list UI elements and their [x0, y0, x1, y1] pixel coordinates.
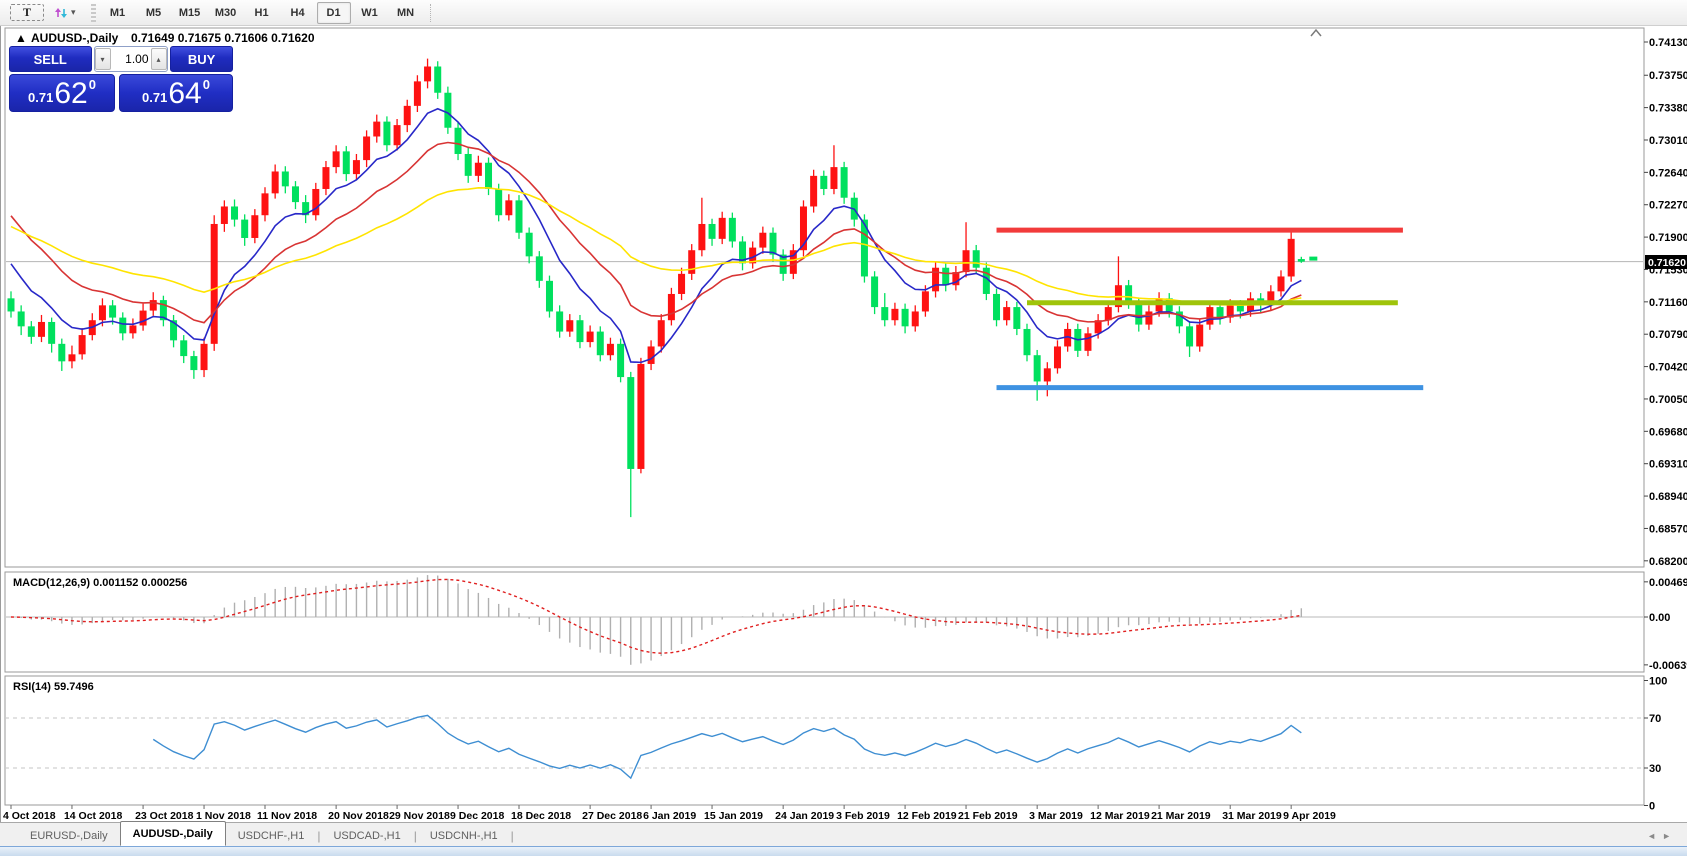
macd-panel[interactable]: [5, 572, 1644, 672]
chart-tab-usdcad-h1[interactable]: USDCAD-,H1: [321, 825, 412, 846]
trading-app-window: T ▾ M1M5M15M30H1H4D1W1MN 0.741300.737500…: [0, 0, 1687, 856]
chart-tab-eurusd-daily[interactable]: EURUSD-,Daily: [18, 825, 120, 846]
sort-arrows-icon: [52, 4, 69, 21]
date-tick-label: 24 Jan 2019: [775, 810, 834, 822]
timeframe-button-W1[interactable]: W1: [353, 2, 387, 24]
price-tick-label: 0.73380: [1649, 103, 1687, 115]
sell-price-box[interactable]: 0.71 62 0: [9, 74, 115, 112]
price-tick-label: 0.70050: [1649, 394, 1687, 406]
price-tick-label: 0.68200: [1649, 556, 1687, 568]
one-click-trade-panel: SELL ▾ ▴ BUY 0.71 62 0 0.71 64 0: [9, 46, 233, 112]
top-toolbar: T ▾ M1M5M15M30H1H4D1W1MN: [0, 0, 1687, 26]
toolbar-separator: [430, 4, 432, 22]
date-tick-label: 3 Feb 2019: [836, 810, 890, 822]
date-tick-label: 12 Feb 2019: [897, 810, 957, 822]
price-tick-label: 0.68940: [1649, 491, 1687, 503]
date-tick-label: 27 Dec 2018: [582, 810, 642, 822]
chart-tab-usdchf-h1[interactable]: USDCHF-,H1: [226, 825, 317, 846]
date-tick-label: 6 Jan 2019: [643, 810, 696, 822]
date-tick-label: 31 Mar 2019: [1222, 810, 1282, 822]
rsi-axis[interactable]: [1644, 676, 1687, 805]
timeframe-button-MN[interactable]: MN: [389, 2, 423, 24]
sell-price-prefix: 0.71: [28, 90, 53, 105]
tab-scroll-arrows[interactable]: ◄►: [1647, 831, 1677, 841]
volume-stepper: ▾ ▴: [94, 46, 169, 72]
volume-increase-button[interactable]: ▴: [151, 48, 167, 70]
price-tick-label: 0.72270: [1649, 200, 1687, 212]
buy-price-prefix: 0.71: [142, 90, 167, 105]
tab-separator: |: [511, 829, 514, 843]
chart-tab-audusd-daily[interactable]: AUDUSD-,Daily: [120, 821, 226, 846]
sell-price-point: 0: [89, 77, 96, 92]
timeframe-button-group: M1M5M15M30H1H4D1W1MN: [100, 2, 424, 24]
rsi-tick-label: 0: [1649, 801, 1655, 813]
date-tick-label: 18 Dec 2018: [511, 810, 571, 822]
timeframe-button-M30[interactable]: M30: [209, 2, 243, 24]
price-tick-label: 0.72640: [1649, 167, 1687, 179]
price-tick-label: 0.73750: [1649, 70, 1687, 82]
date-tick-label: 4 Oct 2018: [3, 810, 56, 822]
chart-window: 0.74130 0.73750 0.73380 0.73010 0.72640 0.722…: [0, 26, 1687, 822]
price-tick-label: 0.69310: [1649, 459, 1687, 471]
sort-arrows-dropdown-button[interactable]: ▾: [46, 2, 82, 24]
status-strip: [0, 846, 1687, 856]
chart-ohlc-values: 0.71649 0.71675 0.71606 0.71620: [131, 31, 315, 45]
current-price-tag: 0.71620: [1645, 255, 1687, 269]
date-tick-label: 12 Mar 2019: [1090, 810, 1150, 822]
buy-price-point: 0: [203, 77, 210, 92]
chart-tab-usdcnh-h1[interactable]: USDCNH-,H1: [418, 825, 510, 846]
chevron-down-icon: ▾: [71, 7, 76, 18]
macd-tick-label: 0.00: [1649, 612, 1670, 624]
chart-tab-bar: EURUSD-,DailyAUDUSD-,DailyUSDCHF-,H1|USD…: [0, 822, 1687, 846]
date-tick-label: 15 Jan 2019: [704, 810, 763, 822]
buy-price-pips: 64: [168, 80, 201, 108]
macd-indicator-label: MACD(12,26,9) 0.001152 0.000256: [13, 577, 187, 589]
macd-tick-label: -0.00639: [1649, 660, 1687, 672]
text-tool-icon[interactable]: T: [10, 4, 44, 21]
rsi-tick-label: 70: [1649, 713, 1661, 725]
price-tick-label: 0.71900: [1649, 232, 1687, 244]
date-tick-label: 21 Feb 2019: [958, 810, 1018, 822]
price-tick-label: 0.69680: [1649, 426, 1687, 438]
sell-button[interactable]: SELL: [9, 46, 92, 72]
svg-text:0.71620: 0.71620: [1648, 257, 1686, 269]
timeframe-button-M15[interactable]: M15: [173, 2, 207, 24]
main-price-panel[interactable]: [5, 28, 1644, 567]
timeframe-button-H4[interactable]: H4: [281, 2, 315, 24]
buy-button[interactable]: BUY: [170, 46, 233, 72]
timeframe-button-M1[interactable]: M1: [101, 2, 135, 24]
rsi-indicator-label: RSI(14) 59.7496: [13, 681, 94, 693]
rsi-tick-label: 30: [1649, 763, 1661, 775]
timeframe-button-M5[interactable]: M5: [137, 2, 171, 24]
price-tick-label: 0.70790: [1649, 329, 1687, 341]
tab-separator: |: [414, 829, 417, 843]
one-click-panel-toggle-arrow[interactable]: ▲: [15, 31, 27, 45]
buy-price-box[interactable]: 0.71 64 0: [119, 74, 233, 112]
price-tick-label: 0.70420: [1649, 362, 1687, 374]
date-tick-label: 9 Apr 2019: [1283, 810, 1336, 822]
date-tick-label: 14 Oct 2018: [64, 810, 123, 822]
volume-input[interactable]: [111, 52, 151, 66]
date-tick-label: 9 Dec 2018: [450, 810, 504, 822]
volume-decrease-button[interactable]: ▾: [95, 48, 111, 70]
timeframe-button-D1[interactable]: D1: [317, 2, 351, 24]
toolbar-grip[interactable]: [91, 4, 96, 22]
sell-price-pips: 62: [54, 80, 87, 108]
price-tick-label: 0.73010: [1649, 135, 1687, 147]
timeframe-button-H1[interactable]: H1: [245, 2, 279, 24]
tab-separator: |: [317, 829, 320, 843]
date-tick-label: 29 Nov 2018: [389, 810, 450, 822]
macd-tick-label: 0.004694: [1649, 577, 1687, 589]
date-tick-label: 3 Mar 2019: [1029, 810, 1083, 822]
date-tick-label: 11 Nov 2018: [257, 810, 317, 822]
price-tick-label: 0.68570: [1649, 523, 1687, 535]
date-tick-label: 21 Mar 2019: [1151, 810, 1211, 822]
price-tick-label: 0.71160: [1649, 297, 1687, 309]
date-tick-label: 20 Nov 2018: [328, 810, 389, 822]
rsi-tick-label: 100: [1649, 676, 1667, 688]
rsi-panel[interactable]: [5, 676, 1644, 805]
chart-symbol-title: AUDUSD-,Daily: [31, 31, 119, 45]
price-tick-label: 0.74130: [1649, 37, 1687, 49]
